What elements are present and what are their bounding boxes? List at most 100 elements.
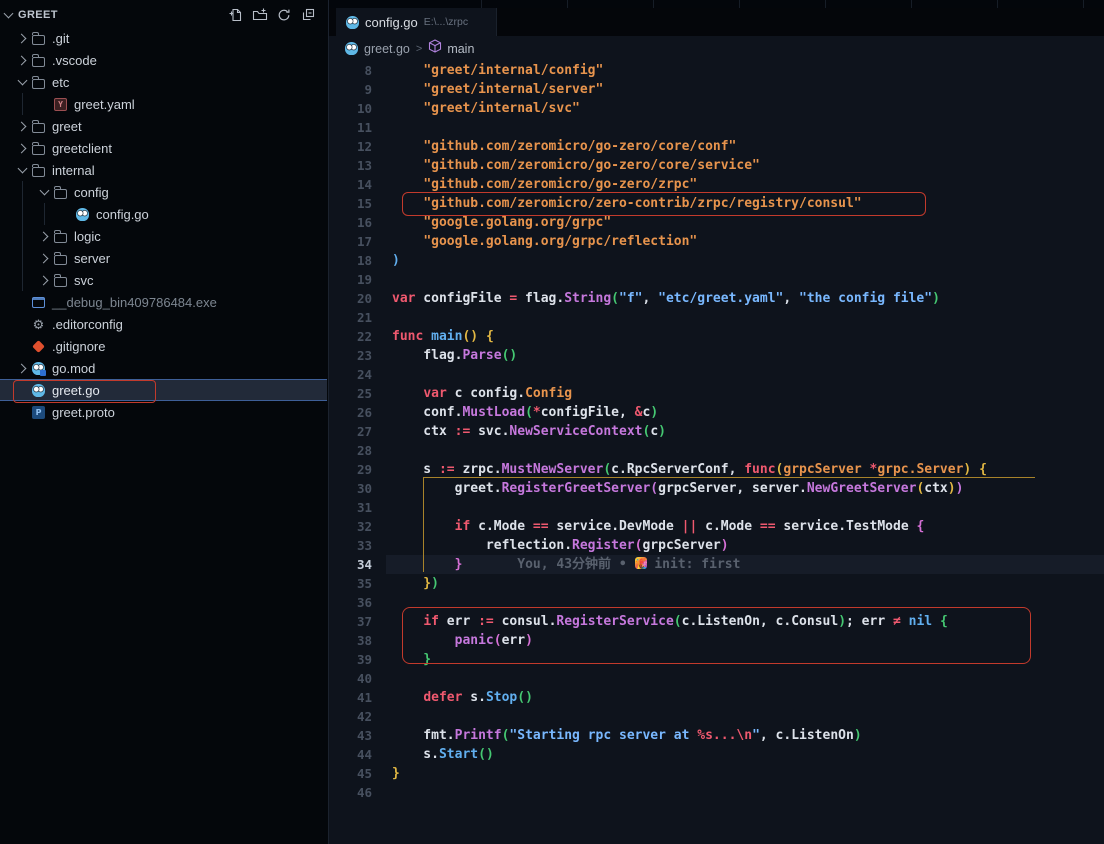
- code-line-13[interactable]: 13 "github.com/zeromicro/go-zero/core/se…: [329, 156, 1104, 175]
- code-line-23[interactable]: 23 flag.Parse(): [329, 346, 1104, 365]
- code-line-41[interactable]: 41 defer s.Stop(): [329, 688, 1104, 707]
- tree-item-config[interactable]: config: [0, 181, 327, 203]
- code-line-9[interactable]: 9 "greet/internal/server": [329, 80, 1104, 99]
- tree-item--git[interactable]: .git: [0, 27, 327, 49]
- code-line-24[interactable]: 24: [329, 365, 1104, 384]
- code-line-11[interactable]: 11: [329, 118, 1104, 137]
- line-number[interactable]: 9: [329, 80, 372, 99]
- line-number[interactable]: 39: [329, 650, 372, 669]
- code-line-15[interactable]: 15 "github.com/zeromicro/zero-contrib/zr…: [329, 194, 1104, 213]
- code-line-45[interactable]: 45}: [329, 764, 1104, 783]
- code-line-25[interactable]: 25 var c config.Config: [329, 384, 1104, 403]
- line-number[interactable]: 15: [329, 194, 372, 213]
- line-number[interactable]: 19: [329, 270, 372, 289]
- tree-item--gitignore[interactable]: .gitignore: [0, 335, 327, 357]
- line-number[interactable]: 26: [329, 403, 372, 422]
- explorer-section-header[interactable]: GREET: [0, 4, 328, 26]
- code-line-17[interactable]: 17 "google.golang.org/grpc/reflection": [329, 232, 1104, 251]
- tree-item-greet-proto[interactable]: Pgreet.proto: [0, 401, 327, 423]
- tree-item--debug-bin409786484-exe[interactable]: __debug_bin409786484.exe: [0, 291, 327, 313]
- code-line-29[interactable]: 29 s := zrpc.MustNewServer(c.RpcServerCo…: [329, 460, 1104, 479]
- line-number[interactable]: 37: [329, 612, 372, 631]
- line-number[interactable]: 11: [329, 118, 372, 137]
- code-line-30[interactable]: 30 greet.RegisterGreetServer(grpcServer,…: [329, 479, 1104, 498]
- tree-item-greet-yaml[interactable]: Ygreet.yaml: [0, 93, 327, 115]
- line-number[interactable]: 38: [329, 631, 372, 650]
- refresh-explorer-button[interactable]: [276, 7, 292, 23]
- line-number[interactable]: 35: [329, 574, 372, 593]
- line-number[interactable]: 42: [329, 707, 372, 726]
- code-line-34[interactable]: 34 } You, 43分钟前 • 🎉 init: first: [329, 555, 1104, 574]
- code-line-20[interactable]: 20var configFile = flag.String("f", "etc…: [329, 289, 1104, 308]
- code-editor[interactable]: 8 "greet/internal/config"9 "greet/intern…: [329, 61, 1104, 844]
- line-number[interactable]: 16: [329, 213, 372, 232]
- code-line-10[interactable]: 10 "greet/internal/svc": [329, 99, 1104, 118]
- code-line-16[interactable]: 16 "google.golang.org/grpc": [329, 213, 1104, 232]
- line-number[interactable]: 33: [329, 536, 372, 555]
- line-number[interactable]: 10: [329, 99, 372, 118]
- breadcrumb-file[interactable]: greet.go: [364, 42, 410, 56]
- code-line-14[interactable]: 14 "github.com/zeromicro/go-zero/zrpc": [329, 175, 1104, 194]
- tree-item-greetclient[interactable]: greetclient: [0, 137, 327, 159]
- code-line-26[interactable]: 26 conf.MustLoad(*configFile, &c): [329, 403, 1104, 422]
- line-number[interactable]: 20: [329, 289, 372, 308]
- tree-item-config-go[interactable]: config.go: [0, 203, 327, 225]
- code-line-28[interactable]: 28: [329, 441, 1104, 460]
- code-line-33[interactable]: 33 reflection.Register(grpcServer): [329, 536, 1104, 555]
- line-number[interactable]: 44: [329, 745, 372, 764]
- code-line-27[interactable]: 27 ctx := svc.NewServiceContext(c): [329, 422, 1104, 441]
- new-file-button[interactable]: [228, 7, 244, 23]
- line-number[interactable]: 23: [329, 346, 372, 365]
- line-number[interactable]: 43: [329, 726, 372, 745]
- code-line-37[interactable]: 37 if err := consul.RegisterService(c.Li…: [329, 612, 1104, 631]
- line-number[interactable]: 27: [329, 422, 372, 441]
- tree-item--editorconfig[interactable]: ⚙.editorconfig: [0, 313, 327, 335]
- line-number[interactable]: 8: [329, 61, 372, 80]
- code-line-35[interactable]: 35 }): [329, 574, 1104, 593]
- line-number[interactable]: 28: [329, 441, 372, 460]
- line-number[interactable]: 24: [329, 365, 372, 384]
- line-number[interactable]: 13: [329, 156, 372, 175]
- code-line-32[interactable]: 32 if c.Mode == service.DevMode || c.Mod…: [329, 517, 1104, 536]
- tree-item--vscode[interactable]: .vscode: [0, 49, 327, 71]
- code-line-38[interactable]: 38 panic(err): [329, 631, 1104, 650]
- tab-config-go[interactable]: config.go E:\...\zrpc: [336, 8, 497, 36]
- line-number[interactable]: 25: [329, 384, 372, 403]
- line-number[interactable]: 17: [329, 232, 372, 251]
- tree-item-logic[interactable]: logic: [0, 225, 327, 247]
- tree-item-server[interactable]: server: [0, 247, 327, 269]
- code-line-44[interactable]: 44 s.Start(): [329, 745, 1104, 764]
- code-line-31[interactable]: 31: [329, 498, 1104, 517]
- code-line-19[interactable]: 19: [329, 270, 1104, 289]
- line-number[interactable]: 40: [329, 669, 372, 688]
- line-number[interactable]: 46: [329, 783, 372, 802]
- tree-item-greet[interactable]: greet: [0, 115, 327, 137]
- tree-item-greet-go[interactable]: greet.go: [0, 379, 327, 401]
- line-number[interactable]: 30: [329, 479, 372, 498]
- line-number[interactable]: 34: [329, 555, 372, 574]
- code-line-36[interactable]: 36: [329, 593, 1104, 612]
- new-folder-button[interactable]: [252, 7, 268, 23]
- line-number[interactable]: 31: [329, 498, 372, 517]
- line-number[interactable]: 41: [329, 688, 372, 707]
- code-line-8[interactable]: 8 "greet/internal/config": [329, 61, 1104, 80]
- tree-item-go-mod[interactable]: go.mod: [0, 357, 327, 379]
- tree-item-etc[interactable]: etc: [0, 71, 327, 93]
- line-number[interactable]: 22: [329, 327, 372, 346]
- code-line-22[interactable]: 22func main() {: [329, 327, 1104, 346]
- tree-item-svc[interactable]: svc: [0, 269, 327, 291]
- line-number[interactable]: 21: [329, 308, 372, 327]
- breadcrumb-symbol[interactable]: main: [447, 42, 474, 56]
- line-number[interactable]: 32: [329, 517, 372, 536]
- code-line-39[interactable]: 39 }: [329, 650, 1104, 669]
- code-line-18[interactable]: 18): [329, 251, 1104, 270]
- code-line-40[interactable]: 40: [329, 669, 1104, 688]
- code-line-43[interactable]: 43 fmt.Printf("Starting rpc server at %s…: [329, 726, 1104, 745]
- line-number[interactable]: 18: [329, 251, 372, 270]
- code-line-21[interactable]: 21: [329, 308, 1104, 327]
- line-number[interactable]: 36: [329, 593, 372, 612]
- line-number[interactable]: 14: [329, 175, 372, 194]
- code-line-42[interactable]: 42: [329, 707, 1104, 726]
- line-number[interactable]: 29: [329, 460, 372, 479]
- collapse-folders-button[interactable]: [300, 7, 316, 23]
